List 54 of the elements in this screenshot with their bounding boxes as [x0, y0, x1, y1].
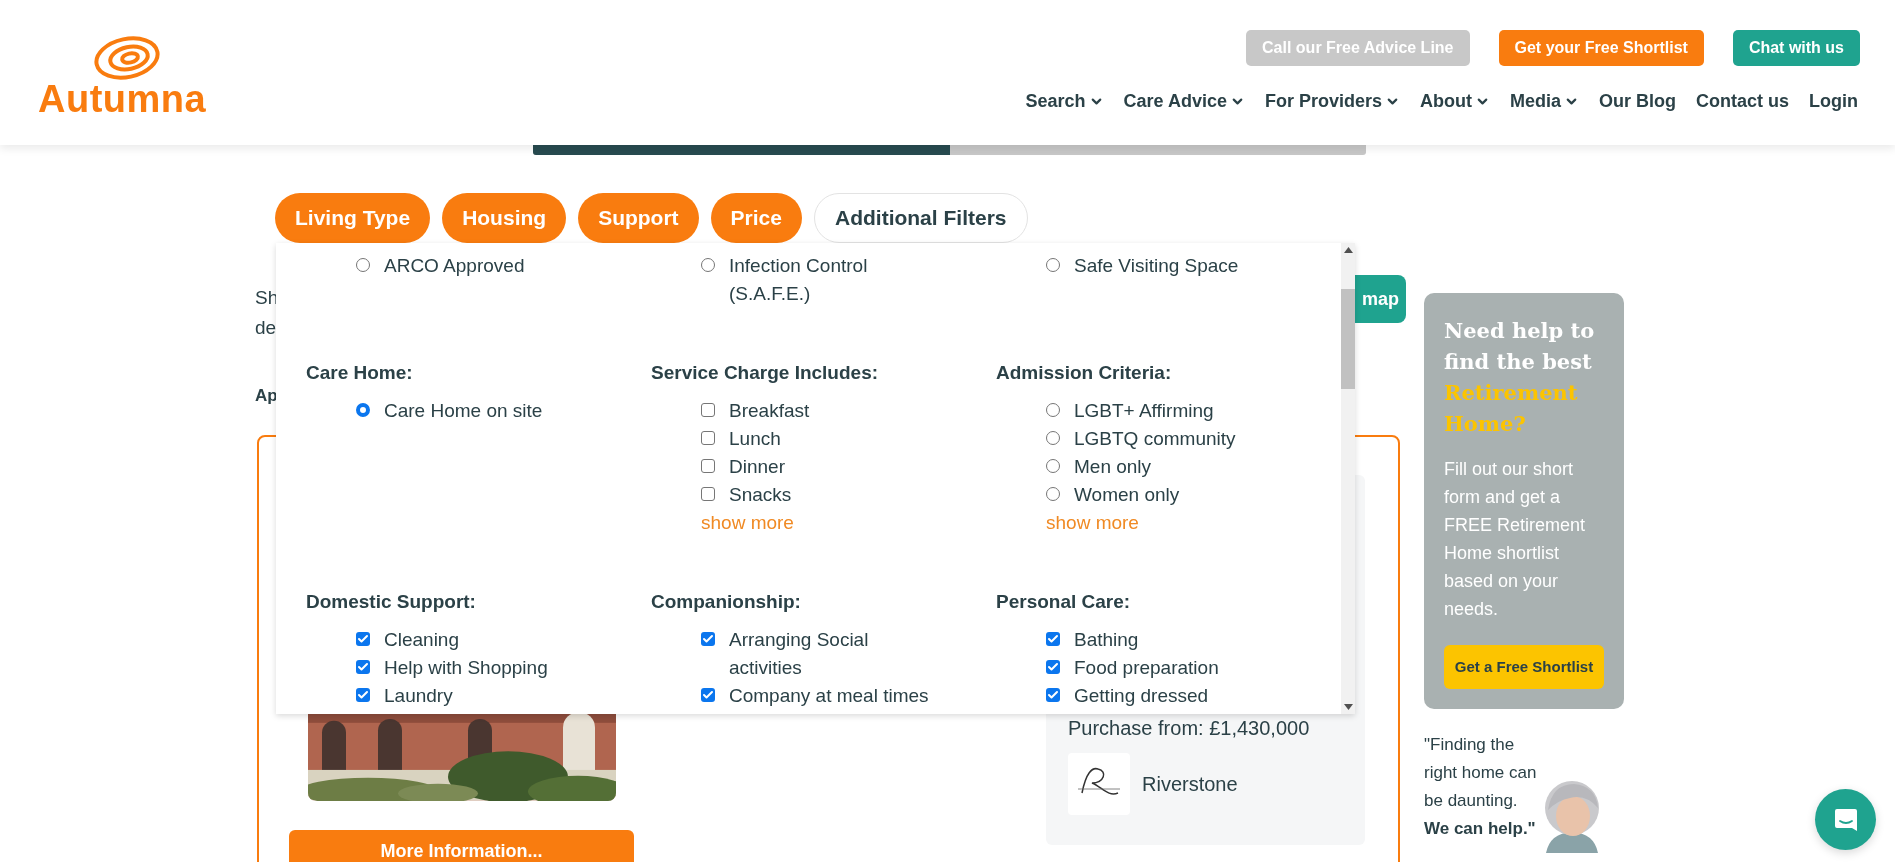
nav-link[interactable]: Care Advice	[1123, 88, 1245, 115]
filter-group-heading: Companionship:	[651, 590, 802, 614]
option-label: Care Home on site	[384, 399, 543, 423]
option-label: Help with Shopping	[384, 656, 548, 680]
option-label: Women only	[1074, 483, 1180, 507]
nav-link[interactable]: Search	[1025, 88, 1104, 115]
nav-link[interactable]: Media	[1510, 88, 1579, 115]
option-label: Bathing	[1074, 628, 1139, 652]
filter-group-heading: Service Charge Includes:	[651, 361, 880, 385]
header-button[interactable]: Get your Free Shortlist	[1498, 30, 1704, 66]
option-label: LGBTQ community	[1074, 427, 1236, 451]
option-label: Food preparation	[1074, 656, 1219, 680]
filter-group-heading: Personal Care:	[996, 590, 1132, 614]
section-heading: Ap	[255, 385, 278, 407]
option-label: Men only	[1074, 455, 1152, 479]
option-label: Infection Control (S.A.F.E.)	[729, 254, 869, 306]
option-label: Safe Visiting Space	[1074, 254, 1239, 278]
filter-tab[interactable]: Housing	[442, 193, 567, 243]
show-more-link[interactable]: show more	[1046, 509, 1139, 537]
filter-tab[interactable]: Support	[578, 193, 699, 243]
help-text: Fill out our short form and get a FREE Retirement Home shortlist based on your needs.	[1444, 458, 1587, 621]
option-label: Laundry	[384, 684, 453, 708]
option-label: Lunch	[729, 427, 781, 451]
more-information-button[interactable]: More Information...	[289, 829, 634, 862]
intro-text: de	[255, 316, 278, 340]
header-button[interactable]: Chat with us	[1732, 30, 1860, 66]
filter-tab[interactable]: Price	[710, 193, 802, 243]
logo-wordmark[interactable]: Autumna	[38, 79, 207, 119]
option-label: Arranging Social activities	[729, 628, 870, 680]
nav-link[interactable]: For Providers	[1264, 88, 1400, 115]
nav-link[interactable]: Our Blog	[1599, 88, 1676, 115]
price-text: Purchase from: £1,430,000	[1068, 716, 1311, 741]
nav-link[interactable]: Contact us	[1696, 88, 1789, 115]
option-label: Snacks	[729, 483, 792, 507]
filter-group-heading: Admission Criteria:	[996, 361, 1173, 385]
option-label: Cleaning	[384, 628, 459, 652]
map-button[interactable]: map	[1355, 275, 1406, 323]
filter-group-heading: Domestic Support:	[306, 590, 477, 614]
option-label: ARCO Approved	[384, 254, 525, 278]
show-more-link[interactable]: show more	[701, 509, 794, 537]
option-label: Dinner	[729, 455, 785, 479]
quote-text: "Finding the right home can be daunting. We can help."	[1424, 734, 1538, 840]
filter-tab[interactable]: Living Type	[275, 193, 431, 243]
option-label: LGBT+ Affirming	[1074, 399, 1214, 423]
free-shortlist-button[interactable]: Get a Free Shortlist	[1444, 645, 1604, 689]
option-label: Getting dressed	[1074, 684, 1209, 708]
help-heading: Need help to find the best Retirement Home?	[1444, 317, 1596, 438]
nav-link[interactable]: Login	[1809, 88, 1858, 115]
nav-link[interactable]: About	[1420, 88, 1490, 115]
option-label: Company at meal times	[729, 684, 929, 708]
filter-tab[interactable]: Additional Filters	[814, 193, 1028, 243]
provider-name: Riverstone	[1142, 772, 1238, 797]
filter-group-heading: Care Home:	[306, 361, 414, 385]
option-label: Breakfast	[729, 399, 810, 423]
